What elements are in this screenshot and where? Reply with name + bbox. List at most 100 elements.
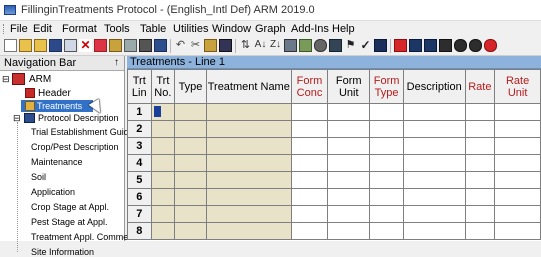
cell-description[interactable] <box>402 120 466 138</box>
copy-icon[interactable] <box>204 39 217 52</box>
menu-table[interactable]: Table <box>140 23 166 35</box>
cell-form-unit[interactable] <box>327 120 371 138</box>
cell-description[interactable] <box>402 171 466 189</box>
col-header-description[interactable]: Description <box>402 69 466 104</box>
settings-icon[interactable] <box>329 39 342 52</box>
col-header-treatment-name[interactable]: Treatment Name <box>205 69 292 104</box>
col-header-form-unit[interactable]: Form Unit <box>327 69 371 104</box>
pin-icon[interactable]: ↑ <box>114 57 119 68</box>
undo-icon[interactable]: ↶ <box>174 39 187 52</box>
menu-format[interactable]: Format <box>62 23 97 35</box>
sort-descending-icon[interactable]: Z↓ <box>269 39 282 52</box>
cell-trt-no[interactable] <box>150 154 176 172</box>
menu-tools[interactable]: Tools <box>104 23 130 35</box>
cell-form-conc[interactable] <box>290 222 329 240</box>
report-icon[interactable] <box>424 39 437 52</box>
cell-treatment-name[interactable] <box>205 222 292 240</box>
row-number[interactable]: 1 <box>127 103 152 121</box>
row-number[interactable]: 5 <box>127 171 152 189</box>
cell-rate-unit[interactable] <box>494 103 541 121</box>
cell-form-conc[interactable] <box>290 120 329 138</box>
clock-icon[interactable] <box>454 39 467 52</box>
cell-rate-unit[interactable] <box>494 120 541 138</box>
mail-icon[interactable] <box>109 39 122 52</box>
menu-file[interactable]: File <box>10 23 28 35</box>
cell-form-type[interactable] <box>369 120 404 138</box>
red-tool-icon[interactable] <box>94 39 107 52</box>
cell-form-type[interactable] <box>369 171 404 189</box>
cell-treatment-name[interactable] <box>205 188 292 206</box>
col-header-form-type[interactable]: Form Type <box>369 69 404 104</box>
tree-item[interactable]: Soil <box>31 172 46 182</box>
tree-item[interactable]: Crop/Pest Description <box>31 142 119 152</box>
cell-type[interactable] <box>174 103 207 121</box>
cell-form-unit[interactable] <box>327 188 371 206</box>
tree-item[interactable]: Maintenance <box>31 157 83 167</box>
col-header-trt-lin[interactable]: Trt Lin <box>127 69 152 104</box>
cell-rate[interactable] <box>464 154 496 172</box>
cell-trt-no[interactable] <box>150 137 176 155</box>
row-number[interactable]: 4 <box>127 154 152 172</box>
row-number[interactable]: 2 <box>127 120 152 138</box>
cell-form-conc[interactable] <box>290 188 329 206</box>
cell-treatment-name[interactable] <box>205 154 292 172</box>
collapse-icon[interactable]: ⊟ <box>2 74 10 85</box>
cell-treatment-name[interactable] <box>205 137 292 155</box>
col-header-form-conc[interactable]: Form Conc <box>290 69 329 104</box>
cell-treatment-name[interactable] <box>205 205 292 223</box>
flag-icon[interactable]: ⚑ <box>344 39 357 52</box>
save-all-icon[interactable] <box>64 39 77 52</box>
cell-form-conc[interactable] <box>290 171 329 189</box>
cell-description[interactable] <box>402 188 466 206</box>
cell-form-type[interactable] <box>369 205 404 223</box>
col-header-trt-no[interactable]: Trt No. <box>150 69 176 104</box>
cell-description[interactable] <box>402 137 466 155</box>
cell-form-type[interactable] <box>369 103 404 121</box>
cell-type[interactable] <box>174 120 207 138</box>
chart-icon[interactable] <box>299 39 312 52</box>
cell-rate-unit[interactable] <box>494 137 541 155</box>
cell-form-conc[interactable] <box>290 103 329 121</box>
cell-form-type[interactable] <box>369 137 404 155</box>
list-icon[interactable] <box>439 39 452 52</box>
cell-description[interactable] <box>402 205 466 223</box>
cell-rate[interactable] <box>464 137 496 155</box>
new-icon[interactable] <box>4 39 17 52</box>
checkmark-icon[interactable]: ✓ <box>359 39 372 52</box>
menu-addins[interactable]: Add-Ins <box>291 23 329 35</box>
menu-graph[interactable]: Graph <box>255 23 286 35</box>
cell-trt-no[interactable] <box>150 205 176 223</box>
cell-form-type[interactable] <box>369 154 404 172</box>
cell-treatment-name[interactable] <box>205 103 292 121</box>
cell-description[interactable] <box>402 154 466 172</box>
cell-form-type[interactable] <box>369 222 404 240</box>
open-icon[interactable] <box>19 39 32 52</box>
cell-type[interactable] <box>174 154 207 172</box>
cell-type[interactable] <box>174 188 207 206</box>
cell-form-unit[interactable] <box>327 222 371 240</box>
tree-item[interactable]: Application <box>31 187 75 197</box>
cell-form-type[interactable] <box>369 188 404 206</box>
tree-item[interactable]: Pest Stage at Appl. <box>31 217 108 227</box>
cell-rate[interactable] <box>464 171 496 189</box>
cell-rate[interactable] <box>464 205 496 223</box>
row-number[interactable]: 8 <box>127 222 152 240</box>
cell-description[interactable] <box>402 222 466 240</box>
grid-icon[interactable] <box>284 39 297 52</box>
stop-icon[interactable] <box>484 39 497 52</box>
cell-form-unit[interactable] <box>327 103 371 121</box>
col-header-rate-unit[interactable]: Rate Unit <box>494 69 541 104</box>
tree-item-header[interactable]: Header <box>38 88 71 99</box>
cell-trt-no-active[interactable] <box>150 103 176 121</box>
cell-type[interactable] <box>174 171 207 189</box>
tree-item[interactable]: Site Information <box>31 247 94 257</box>
menu-window[interactable]: Window <box>212 23 251 35</box>
globe-icon[interactable] <box>314 39 327 52</box>
cell-trt-no[interactable] <box>150 120 176 138</box>
cell-form-conc[interactable] <box>290 137 329 155</box>
tree-item[interactable]: Crop Stage at Appl. <box>31 202 109 212</box>
tree-item-treatments[interactable]: Treatments <box>37 101 82 111</box>
cell-rate[interactable] <box>464 188 496 206</box>
save-icon[interactable] <box>49 39 62 52</box>
cell-form-unit[interactable] <box>327 171 371 189</box>
